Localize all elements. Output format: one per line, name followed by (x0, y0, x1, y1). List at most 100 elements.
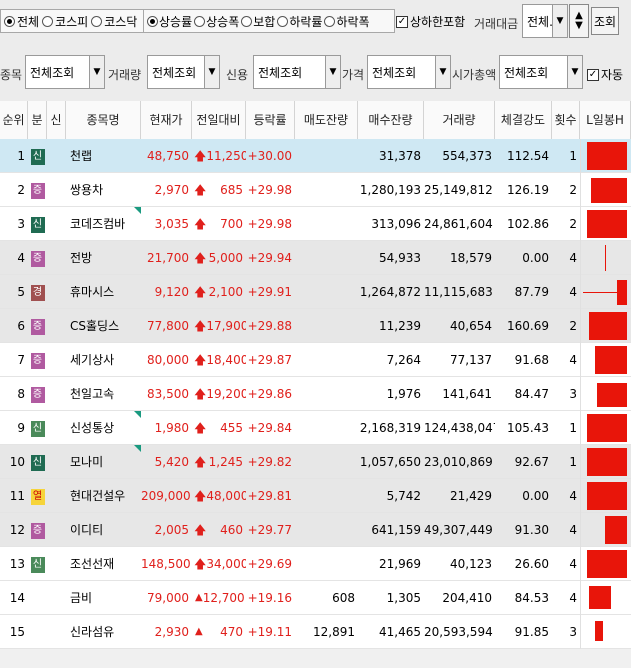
col-price-header[interactable]: 현재가 (141, 101, 192, 139)
table-row[interactable]: 15 신라섬유 2,930 ▲ 470 +19.11 12,891 41,465 20,593,… (0, 615, 631, 649)
stock-name[interactable]: 쌍용차 (70, 183, 103, 197)
credit-cell (47, 581, 66, 615)
stock-name[interactable]: 천일고속 (70, 387, 114, 401)
volume-amount-select[interactable]: 전체. ▼ (522, 4, 568, 38)
stock-name-cell: CS홀딩스 (66, 309, 141, 343)
stock-name[interactable]: 세기상사 (70, 353, 114, 367)
corner-marker-icon (134, 207, 141, 214)
count-cell: 1 (569, 149, 577, 163)
stock-name[interactable]: 신라섬유 (70, 625, 114, 639)
filter-label-stock: 종목 (0, 68, 23, 82)
filter-market-cap-select[interactable]: 전체조회 ▼ (499, 55, 583, 89)
stock-name[interactable]: 휴마시스 (70, 285, 114, 299)
stock-name[interactable]: 현대건설우 (70, 489, 125, 503)
table-row[interactable]: 11 열 현대건설우 209,000 🡅 48,000 +29.81 5,742 21,429 0… (0, 479, 631, 513)
filter-label-market-cap: 시가총액 (452, 68, 497, 82)
search-button[interactable]: 조회 (591, 7, 619, 35)
col-name-header[interactable]: 종목명 (66, 101, 141, 139)
stock-name[interactable]: 코데즈컴바 (70, 217, 125, 231)
stock-name[interactable]: 천랩 (70, 149, 92, 163)
ask-qty-cell (295, 139, 358, 173)
chevron-down-icon: ▼ (552, 5, 567, 37)
table-row[interactable]: 1 신 천랩 48,750 🡅 11,250 +30.00 31,378 554,373 112.… (0, 139, 631, 173)
rate-cell: +29.98 (247, 183, 292, 197)
change-value: 19,200 (206, 387, 246, 401)
table-row[interactable]: 6 증 CS홀딩스 77,800 🡅 17,900 +29.88 11,239 40,654 16… (0, 309, 631, 343)
rank-cell: 5 (17, 285, 25, 299)
price-cell: 2,930 (154, 625, 189, 639)
auto-checkbox[interactable]: ✓ 자동 (587, 66, 623, 83)
sort-radio-fall-amount[interactable]: 하락폭 (324, 13, 370, 30)
change-cell: 🡅 2,100 (192, 275, 246, 309)
table-row[interactable]: 13 신 조선선재 148,500 🡅 34,000 +29.69 21,969 40,123 2… (0, 547, 631, 581)
col-daily-candle-header[interactable]: L일봉H (580, 101, 631, 139)
type-badge-cell: 증 (28, 173, 47, 207)
status-badge: 증 (30, 522, 45, 539)
price-cell: 3,035 (154, 217, 189, 231)
col-ask-qty-header[interactable]: 매도잔량 (295, 101, 358, 139)
price-cell: 21,700 (147, 251, 189, 265)
stock-name[interactable]: CS홀딩스 (70, 319, 119, 333)
rate-cell: +29.94 (247, 251, 292, 265)
up-triangle-icon: ▲ (195, 592, 203, 603)
table-row[interactable]: 3 신 코데즈컴바 3,035 🡅 700 +29.98 313,096 24,861,604 1… (0, 207, 631, 241)
filter-credit-select[interactable]: 전체조회 ▼ (253, 55, 341, 89)
stock-name[interactable]: 신성통상 (70, 421, 114, 435)
sort-radio-fall-rate[interactable]: 하락률 (277, 13, 322, 30)
stock-name[interactable]: 모나미 (70, 455, 103, 469)
col-rate-header[interactable]: 등락률 (246, 101, 295, 139)
table-row[interactable]: 9 신 신성통상 1,980 🡅 455 +29.84 2,168,319 124,438,04… (0, 411, 631, 445)
stock-name[interactable]: 금비 (70, 591, 92, 605)
candle-body (587, 414, 627, 442)
status-badge: 증 (30, 352, 45, 369)
stock-name[interactable]: 조선선재 (70, 557, 114, 571)
table-row[interactable]: 14 금비 79,000 ▲ 12,700 +19.16 608 1,305 204,410 84… (0, 581, 631, 615)
stock-name-cell: 코데즈컴바 (66, 207, 141, 241)
col-rank-header[interactable]: 순위 (0, 101, 28, 139)
col-type-header[interactable]: 분 (28, 101, 47, 139)
strength-cell: 112.54 (507, 149, 549, 163)
col-credit-header[interactable]: 신 (47, 101, 66, 139)
table-row[interactable]: 8 증 천일고속 83,500 🡅 19,200 +29.86 1,976 141,641 84.… (0, 377, 631, 411)
filter-stock-select[interactable]: 전체조회 ▼ (25, 55, 105, 89)
market-radio-all[interactable]: 전체 (4, 13, 39, 30)
swap-arrows-button[interactable]: ▲ ▼ (569, 4, 589, 38)
radio-dot (4, 15, 15, 27)
rank-cell: 15 (9, 625, 25, 639)
count-cell: 3 (569, 387, 577, 401)
sort-radio-rise-amount[interactable]: 상승폭 (194, 13, 239, 30)
col-count-header[interactable]: 횟수 (552, 101, 580, 139)
sort-radio-flat[interactable]: 보합 (241, 13, 275, 30)
candle-body (591, 178, 627, 203)
sort-radio-rise-rate[interactable]: 상승률 (147, 13, 192, 30)
table-row[interactable]: 2 증 쌍용차 2,970 🡅 685 +29.98 1,280,193 25,149,812 1… (0, 173, 631, 207)
volume-cell: 77,137 (450, 353, 492, 367)
market-radio-kosdaq[interactable]: 코스닥 (91, 13, 137, 30)
price-cell: 48,750 (147, 149, 189, 163)
change-cell: 🡅 460 (192, 513, 246, 547)
type-badge-cell: 열 (28, 479, 47, 513)
col-volume-header[interactable]: 거래량 (424, 101, 495, 139)
price-cell: 80,000 (147, 353, 189, 367)
col-bid-qty-header[interactable]: 매수잔량 (358, 101, 424, 139)
stock-name[interactable]: 이디티 (70, 523, 103, 537)
table-row[interactable]: 7 증 세기상사 80,000 🡅 18,400 +29.87 7,264 77,137 91.6… (0, 343, 631, 377)
market-radio-kospi[interactable]: 코스피 (42, 13, 88, 30)
table-row[interactable]: 5 경 휴마시스 9,120 🡅 2,100 +29.91 1,264,872 11,115,6… (0, 275, 631, 309)
change-cell: 🡅 1,245 (192, 445, 246, 479)
table-row[interactable]: 12 증 이디티 2,005 🡅 460 +29.77 641,159 49,307,449 91… (0, 513, 631, 547)
rate-cell: +19.11 (247, 625, 292, 639)
stock-name[interactable]: 전방 (70, 251, 92, 265)
sort-radio-group: 상승률 상승폭 보합 하락률 하락폭 (143, 9, 395, 33)
filter-price-select[interactable]: 전체조회 ▼ (367, 55, 451, 89)
include-limit-checkbox[interactable]: ✓ 상하한포함 (396, 13, 465, 30)
table-row[interactable]: 4 증 전방 21,700 🡅 5,000 +29.94 54,933 18,579 0.00 4 (0, 241, 631, 275)
col-change-header[interactable]: 전일대비 (192, 101, 246, 139)
chevron-down-icon: ▼ (435, 56, 450, 88)
col-strength-header[interactable]: 체결강도 (495, 101, 552, 139)
filter-volume-select[interactable]: 전체조회 ▼ (147, 55, 220, 89)
credit-cell (47, 241, 66, 275)
price-cell: 148,500 (141, 557, 191, 571)
bid-qty-cell: 2,168,319 (359, 421, 421, 435)
table-row[interactable]: 10 신 모나미 5,420 🡅 1,245 +29.82 1,057,650 23,010,8… (0, 445, 631, 479)
